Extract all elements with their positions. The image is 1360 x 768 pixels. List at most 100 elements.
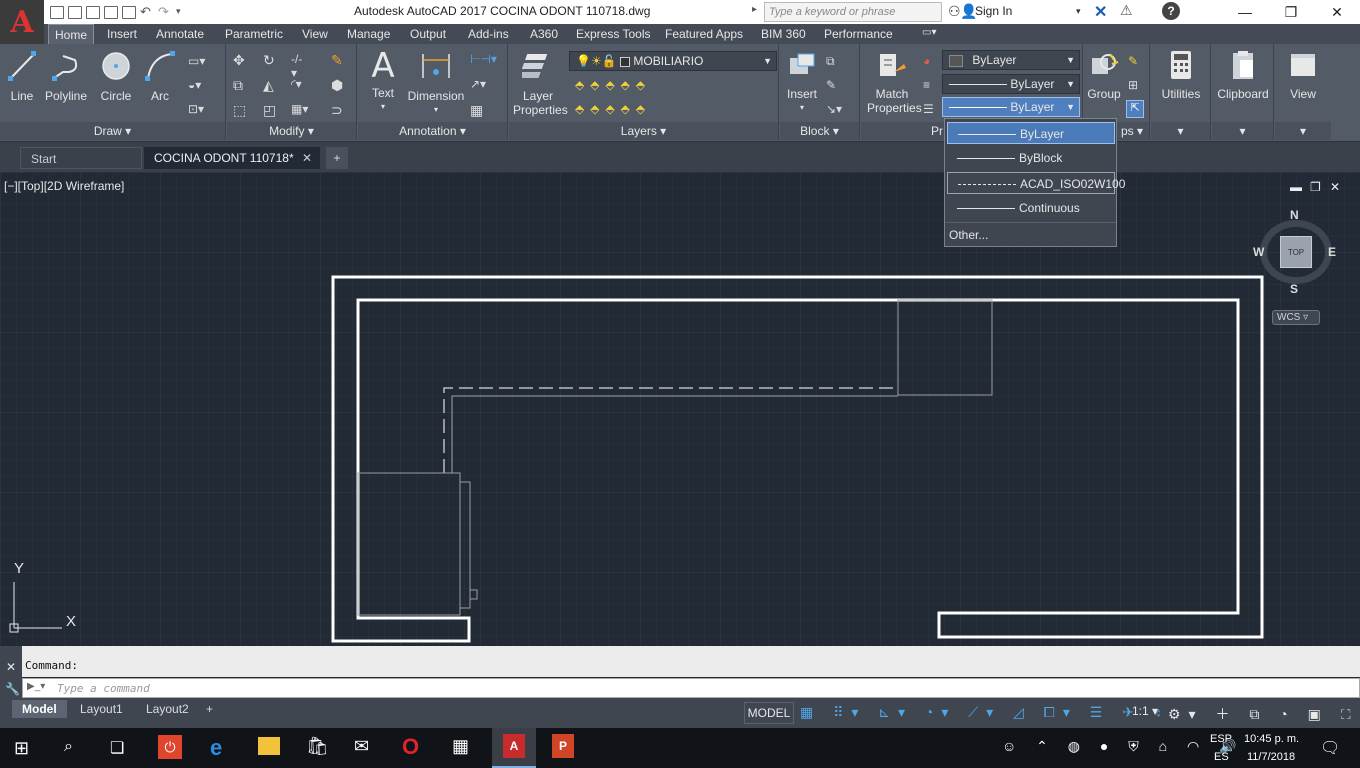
leader-icon[interactable]: ↗▾ bbox=[470, 77, 486, 91]
color-dropdown[interactable]: ByLayer ▼ bbox=[942, 50, 1080, 70]
status-right-icons[interactable]: ⚙▾ ＋ ⧉ ◔ ▣ ⛶ ≡ bbox=[1168, 704, 1354, 722]
dimension-button[interactable]: Dimension ▾ bbox=[404, 50, 468, 117]
linetype-option-bylayer[interactable]: ByLayer bbox=[947, 122, 1115, 144]
linetype-option-acad-iso02w100[interactable]: ACAD_ISO02W100 bbox=[947, 172, 1125, 194]
close-command-icon[interactable]: ✕ bbox=[6, 660, 16, 674]
draw-panel-title[interactable]: Draw ▾ bbox=[0, 122, 225, 140]
qat-dropdown-icon[interactable]: ▾ bbox=[176, 6, 190, 19]
scale-icon[interactable]: ◰ bbox=[263, 102, 279, 118]
save-as-icon[interactable] bbox=[104, 5, 118, 19]
clock-date[interactable]: 11/7/2018 bbox=[1247, 751, 1295, 763]
hatch-icon[interactable]: ◒▾ bbox=[188, 78, 204, 92]
layers-panel-title[interactable]: Layers ▾ bbox=[509, 122, 778, 140]
match-properties-button[interactable]: Match Properties bbox=[867, 52, 922, 115]
block-panel-title[interactable]: Block ▾ bbox=[780, 122, 859, 140]
input-language-sub[interactable]: ES bbox=[1214, 751, 1229, 763]
close-tab-icon[interactable]: ✕ bbox=[302, 147, 312, 169]
arc-button[interactable]: Arc bbox=[140, 50, 180, 103]
store-icon[interactable]: 🛍 bbox=[306, 736, 329, 757]
clipboard-button[interactable]: Clipboard bbox=[1214, 50, 1272, 101]
minimize-button[interactable]: — bbox=[1222, 0, 1268, 24]
linetype-option-continuous[interactable]: Continuous bbox=[947, 197, 1115, 219]
view-panel-expander[interactable]: ▾ bbox=[1275, 122, 1331, 140]
viewport-controls-label[interactable]: [−][Top][2D Wireframe] bbox=[4, 179, 124, 193]
edge-icon[interactable]: e bbox=[210, 735, 222, 761]
tab-layout1[interactable]: Layout1 bbox=[70, 700, 133, 718]
tab-add-ins[interactable]: Add-ins bbox=[462, 24, 515, 44]
compass-north[interactable]: N bbox=[1290, 208, 1299, 222]
array-icon[interactable]: ▦▾ bbox=[291, 102, 308, 116]
clipboard-panel-expander[interactable]: ▾ bbox=[1212, 122, 1273, 140]
help-icon[interactable]: ? bbox=[1162, 2, 1180, 20]
task-view-icon[interactable]: ❏ bbox=[110, 738, 124, 758]
move-icon[interactable]: ✥ bbox=[233, 52, 249, 68]
tab-featured-apps[interactable]: Featured Apps bbox=[659, 24, 749, 44]
copy-icon[interactable]: ⧉ bbox=[233, 77, 249, 93]
linetype-option-other[interactable]: Other... bbox=[947, 224, 1115, 246]
tab-start[interactable]: Start bbox=[20, 147, 142, 169]
layer-dropdown[interactable]: 💡☀🔓 MOBILIARIO ▼ bbox=[569, 51, 777, 71]
compass-west[interactable]: W bbox=[1253, 245, 1264, 259]
polyline-button[interactable]: Polyline bbox=[42, 50, 90, 103]
binoculars-icon[interactable]: ⚇ bbox=[948, 3, 961, 20]
insert-button[interactable]: Insert ▾ bbox=[782, 52, 822, 115]
linetype-dropdown[interactable]: ByLayer ▼ bbox=[942, 97, 1080, 117]
drawing-canvas[interactable] bbox=[0, 172, 1360, 646]
lineweight-dropdown[interactable]: ByLayer ▼ bbox=[942, 74, 1080, 94]
offset-icon[interactable]: ⊃ bbox=[331, 102, 347, 118]
utilities-button[interactable]: Utilities bbox=[1153, 50, 1209, 101]
sign-in-link[interactable]: Sign In bbox=[975, 4, 1012, 18]
search-input[interactable]: Type a keyword or phrase bbox=[764, 2, 942, 22]
save-icon[interactable] bbox=[86, 5, 100, 19]
notifications-icon[interactable]: 🗨 bbox=[1320, 738, 1340, 758]
status-toggle-icons[interactable]: ▦ ⠿▾ ⊾▾ ◔▾ ⟋▾ ◿ ⧠▾ ☰ ✈ ⟡ ⚠ bbox=[800, 704, 1160, 722]
input-language[interactable]: ESP bbox=[1210, 733, 1232, 745]
stretch-icon[interactable]: ⬚ bbox=[233, 102, 249, 118]
table-icon[interactable]: ▦ bbox=[470, 102, 486, 118]
view-button[interactable]: View bbox=[1277, 50, 1329, 101]
edit-block-icon[interactable]: ✎ bbox=[826, 78, 842, 92]
create-block-icon[interactable]: ⧉ bbox=[826, 54, 842, 68]
rotate-icon[interactable]: ↻ bbox=[263, 52, 279, 68]
redo-icon[interactable]: ↷ bbox=[158, 5, 172, 19]
customize-command-icon[interactable]: 🔧 bbox=[5, 682, 20, 696]
search-icon[interactable]: ⌕ bbox=[64, 738, 73, 756]
layer-tools-row2-icon[interactable]: ⬘⬘⬘⬘⬘ bbox=[575, 102, 705, 116]
viewport-minimize-icon[interactable]: ▬ bbox=[1290, 180, 1302, 194]
circle-button[interactable]: Circle bbox=[96, 50, 136, 103]
clock-time[interactable]: 10:45 p. m. bbox=[1244, 733, 1299, 745]
block-attributes-icon[interactable]: ↘▾ bbox=[826, 102, 842, 116]
command-input[interactable]: Type a command bbox=[22, 678, 1360, 698]
close-window-button[interactable]: ✕ bbox=[1314, 0, 1360, 24]
tab-drawing[interactable]: COCINA ODONT 110718* ✕ bbox=[144, 147, 320, 169]
tab-insert[interactable]: Insert bbox=[101, 24, 143, 44]
fillet-icon[interactable]: ◜▾ bbox=[291, 77, 307, 91]
erase-icon[interactable]: ✎ bbox=[331, 52, 347, 68]
tab-a360[interactable]: A360 bbox=[524, 24, 564, 44]
office-app-icon[interactable]: ⏻ bbox=[158, 735, 182, 759]
search-expand-icon[interactable]: ▸ bbox=[752, 4, 757, 15]
tab-bim-360[interactable]: BIM 360 bbox=[755, 24, 812, 44]
maximize-button[interactable]: ❐ bbox=[1268, 0, 1314, 24]
annotation-scale[interactable]: 1:1 ▾ bbox=[1132, 704, 1158, 718]
tab-performance[interactable]: Performance bbox=[818, 24, 899, 44]
plot-icon[interactable] bbox=[122, 5, 136, 19]
tab-annotate[interactable]: Annotate bbox=[150, 24, 210, 44]
tab-model[interactable]: Model bbox=[12, 700, 67, 718]
group-selection-icon[interactable]: ⇱ bbox=[1126, 100, 1144, 118]
line-button[interactable]: Line bbox=[4, 50, 40, 103]
tab-home[interactable]: Home bbox=[48, 24, 95, 44]
tab-manage[interactable]: Manage bbox=[341, 24, 396, 44]
wcs-menu[interactable]: WCS ▿ bbox=[1272, 310, 1320, 325]
calendar-icon[interactable]: ▦ bbox=[452, 736, 469, 757]
system-tray-icons[interactable]: ☺ ⌃ ◍ ● ⛨ ⌂ ◠ 🔊 bbox=[1002, 738, 1237, 755]
modify-panel-title[interactable]: Modify ▾ bbox=[227, 122, 356, 140]
utilities-panel-expander[interactable]: ▾ bbox=[1151, 122, 1210, 140]
opera-icon[interactable]: O bbox=[402, 734, 419, 760]
tab-parametric[interactable]: Parametric bbox=[219, 24, 289, 44]
layer-tools-row1-icon[interactable]: ⬘⬘⬘⬘⬘ bbox=[575, 78, 705, 92]
trim-icon[interactable]: -/-▾ bbox=[291, 52, 307, 80]
command-prompt-icon[interactable]: ▶_▾ bbox=[27, 681, 45, 692]
compass-south[interactable]: S bbox=[1290, 282, 1298, 296]
windows-start-icon[interactable]: ⊞ bbox=[14, 738, 29, 759]
